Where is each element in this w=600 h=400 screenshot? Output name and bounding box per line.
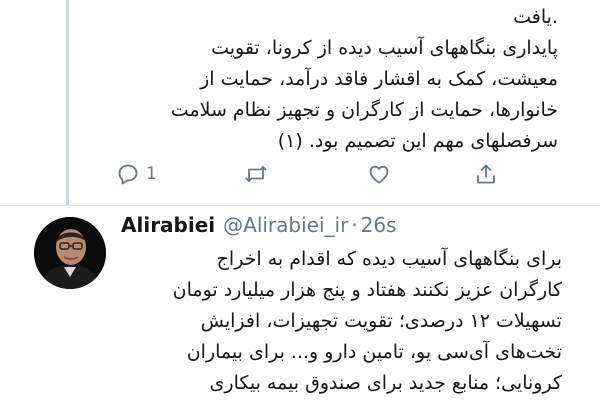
heart-icon	[369, 165, 389, 184]
reply-count: 1	[146, 164, 157, 184]
tweet-1-line: معیشت، کمک به اقشار فاقد درآمد، حمایت از	[200, 68, 558, 90]
tweet-2-line: تسهیلات ۱۲ درصدی؛ تقویت تجهیزات، افزایش	[200, 310, 562, 332]
tweet-1-line: سرفصلهای مهم این تصمیم بود. (۱)	[277, 130, 558, 152]
reply-button[interactable]: 1	[116, 160, 157, 188]
avatar[interactable]	[34, 217, 106, 289]
timestamp[interactable]: 26s	[361, 213, 397, 237]
tweet-1-actions: 1	[116, 160, 516, 188]
tweet-1-text: .یافت پایداری بنگاههای آسیب دیده از کرون…	[110, 2, 558, 157]
retweet-button[interactable]	[244, 160, 268, 188]
share-icon	[477, 164, 495, 184]
retweet-icon	[245, 166, 267, 182]
tweet-divider	[0, 205, 600, 206]
tweet-1-line: خانوارها، حمایت از کارگران و تجهیز نظام …	[170, 99, 558, 121]
tweet-1-line: پایداری بنگاههای آسیب دیده از کرونا، تقو…	[211, 37, 558, 59]
tweet-2-line: تخت‌های آی‌سی یو، تامین دارو و... برای ب…	[186, 341, 562, 363]
user-handle[interactable]: @Alirabiei_ir	[223, 213, 348, 237]
like-button[interactable]	[367, 160, 391, 188]
avatar-photo	[34, 217, 106, 289]
tweet-2-text: برای بنگاههای آسیب دیده که اقدام به اخرا…	[110, 244, 562, 399]
tweet-2-line: کارگران عزیز نکنند هفتاد و پنج هزار میلی…	[172, 279, 562, 301]
reply-icon	[118, 164, 138, 185]
tweet-2-line: کرونایی؛ منابع جدید برای صندوق بیمه بیکا…	[209, 372, 562, 394]
share-button[interactable]	[474, 160, 498, 188]
thread-line	[66, 0, 69, 205]
tweet-2-line: برای بنگاههای آسیب دیده که اقدام به اخرا…	[216, 248, 562, 270]
tweet-1-line: .یافت	[513, 6, 558, 28]
tweet-2-header: Alirabiei @Alirabiei_ir · 26s	[121, 213, 397, 241]
separator-dot: ·	[351, 213, 358, 237]
display-name[interactable]: Alirabiei	[121, 213, 215, 237]
